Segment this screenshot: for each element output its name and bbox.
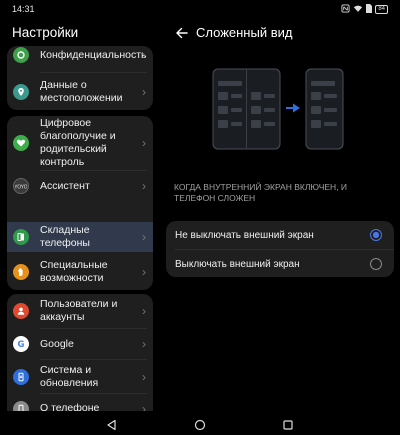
foldable-phone-icon bbox=[13, 229, 29, 245]
settings-item-label: Ассистент bbox=[40, 179, 90, 192]
settings-item-assistant[interactable]: YOYO Ассистент › bbox=[7, 171, 153, 201]
location-icon bbox=[13, 83, 29, 100]
settings-item-label: О телефоне bbox=[40, 402, 100, 411]
page-title: Сложенный вид bbox=[196, 25, 293, 40]
radio-selected[interactable] bbox=[370, 229, 382, 241]
nav-recents-icon[interactable] bbox=[282, 419, 294, 431]
settings-item-google[interactable]: G Google › bbox=[7, 329, 153, 359]
option-label: Выключать внешний экран bbox=[175, 258, 300, 270]
settings-item-about[interactable]: О телефоне › bbox=[7, 394, 153, 411]
settings-item-label: Google bbox=[40, 337, 74, 350]
settings-list-pane: Настройки Конфиденциальность › Данные о … bbox=[0, 18, 160, 411]
chevron-right-icon: › bbox=[142, 304, 146, 318]
settings-item-label: Данные о местоположении bbox=[40, 78, 123, 104]
settings-title: Настройки bbox=[12, 25, 79, 40]
chevron-right-icon: › bbox=[142, 369, 146, 384]
detail-pane: Сложенный вид КОГДА ВНУТРЕННИЙ ЭКРАН ВКЛ… bbox=[160, 18, 400, 411]
chevron-right-icon: › bbox=[142, 230, 146, 244]
settings-group-accounts: Пользователи и аккаунты › G Google › Сис… bbox=[7, 294, 153, 411]
chevron-right-icon: › bbox=[142, 401, 146, 412]
settings-item-wellbeing[interactable]: Цифровое благополучие и родительский кон… bbox=[7, 116, 153, 170]
user-icon bbox=[13, 303, 29, 319]
google-icon: G bbox=[13, 336, 29, 352]
sim-icon bbox=[366, 3, 373, 15]
assistant-icon: YOYO bbox=[13, 178, 29, 194]
settings-group-wellbeing: Цифровое благополучие и родительский кон… bbox=[7, 116, 153, 290]
chevron-right-icon: › bbox=[142, 179, 146, 193]
option-turn-off-outer-screen[interactable]: Выключать внешний экран bbox=[166, 250, 394, 277]
section-caption: КОГДА ВНУТРЕННИЙ ЭКРАН ВКЛЮЧЕН, И ТЕЛЕФО… bbox=[174, 182, 348, 203]
chevron-right-icon: › bbox=[142, 84, 146, 99]
chevron-right-icon: › bbox=[142, 48, 146, 62]
info-icon bbox=[13, 400, 29, 411]
settings-item-label: Пользователи и аккаунты bbox=[40, 298, 118, 323]
privacy-icon bbox=[13, 47, 29, 63]
settings-item-foldable[interactable]: Складные телефоны › bbox=[7, 222, 153, 252]
status-icons: 84 bbox=[341, 3, 388, 15]
back-arrow-icon[interactable] bbox=[172, 23, 192, 43]
settings-group-privacy: Конфиденциальность › Данные о местополож… bbox=[7, 46, 153, 110]
svg-text:YOYO: YOYO bbox=[15, 185, 27, 191]
settings-item-label: Цифровое благополучие и родительский кон… bbox=[40, 117, 116, 168]
chevron-right-icon: › bbox=[142, 337, 146, 351]
settings-item-system[interactable]: Система и обновления › bbox=[7, 360, 153, 393]
status-time: 14:31 bbox=[12, 4, 35, 14]
settings-item-location[interactable]: Данные о местоположении › bbox=[7, 73, 153, 110]
settings-item-users[interactable]: Пользователи и аккаунты › bbox=[7, 294, 153, 328]
navigation-bar bbox=[0, 414, 400, 435]
wifi-icon bbox=[353, 4, 363, 15]
battery-icon: 84 bbox=[375, 4, 388, 14]
hand-icon bbox=[13, 263, 29, 280]
folded-view-illustration bbox=[212, 68, 344, 150]
nav-home-icon[interactable] bbox=[194, 419, 206, 431]
settings-item-privacy[interactable]: Конфиденциальность › bbox=[7, 46, 153, 72]
chevron-right-icon: › bbox=[142, 264, 146, 279]
outer-screen-options: Не выключать внешний экран Выключать вне… bbox=[166, 221, 394, 277]
svg-text:G: G bbox=[18, 340, 25, 349]
settings-item-label: Складные телефоны bbox=[40, 224, 90, 249]
settings-item-label: Система и обновления bbox=[40, 363, 99, 389]
heart-icon bbox=[13, 135, 29, 151]
settings-item-accessibility[interactable]: Специальные возможности › bbox=[7, 253, 153, 290]
chevron-right-icon: › bbox=[142, 136, 146, 150]
option-keep-outer-screen-on[interactable]: Не выключать внешний экран bbox=[166, 221, 394, 249]
system-icon bbox=[13, 368, 29, 385]
settings-item-label: Конфиденциальность bbox=[40, 48, 147, 61]
nfc-icon bbox=[341, 3, 350, 15]
settings-item-label: Специальные возможности bbox=[40, 258, 108, 284]
option-label: Не выключать внешний экран bbox=[175, 229, 314, 241]
nav-back-icon[interactable] bbox=[106, 419, 118, 431]
status-bar: 14:31 84 bbox=[0, 0, 400, 18]
radio-unselected[interactable] bbox=[370, 258, 382, 270]
